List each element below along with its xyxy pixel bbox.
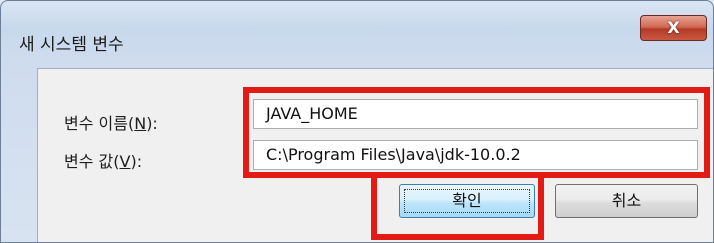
variable-name-label-prefix: 변수 이름( [64, 114, 135, 133]
close-icon: X [667, 18, 680, 37]
variable-name-input[interactable]: JAVA_HOME [253, 99, 698, 129]
variable-name-label: 변수 이름(N): [64, 110, 158, 134]
dialog-body: 변수 이름(N): 변수 값(V): JAVA_HOME C:\Program … [37, 68, 713, 242]
ok-button-label: 확인 [452, 191, 482, 210]
close-button[interactable]: X [640, 15, 707, 41]
cancel-button-label: 취소 [611, 191, 642, 210]
new-system-variable-dialog: 새 시스템 변수 X 변수 이름(N): 변수 값(V): JAVA_HOME … [0, 0, 714, 243]
variable-value-label-prefix: 변수 값( [64, 152, 120, 171]
variable-name-label-suffix: ): [146, 114, 158, 133]
cancel-button[interactable]: 취소 [555, 184, 698, 218]
ok-button[interactable]: 확인 [399, 184, 535, 218]
title-bar[interactable]: 새 시스템 변수 X [1, 1, 713, 55]
variable-value-label-suffix: ): [130, 152, 143, 171]
dialog-title: 새 시스템 변수 [19, 35, 124, 55]
variable-value-label-accesskey: V [119, 152, 131, 171]
variable-value-input[interactable]: C:\Program Files\Java\jdk-10.0.2 [253, 140, 698, 170]
variable-value-label: 변수 값(V): [64, 148, 142, 172]
variable-name-label-accesskey: N [134, 114, 147, 133]
